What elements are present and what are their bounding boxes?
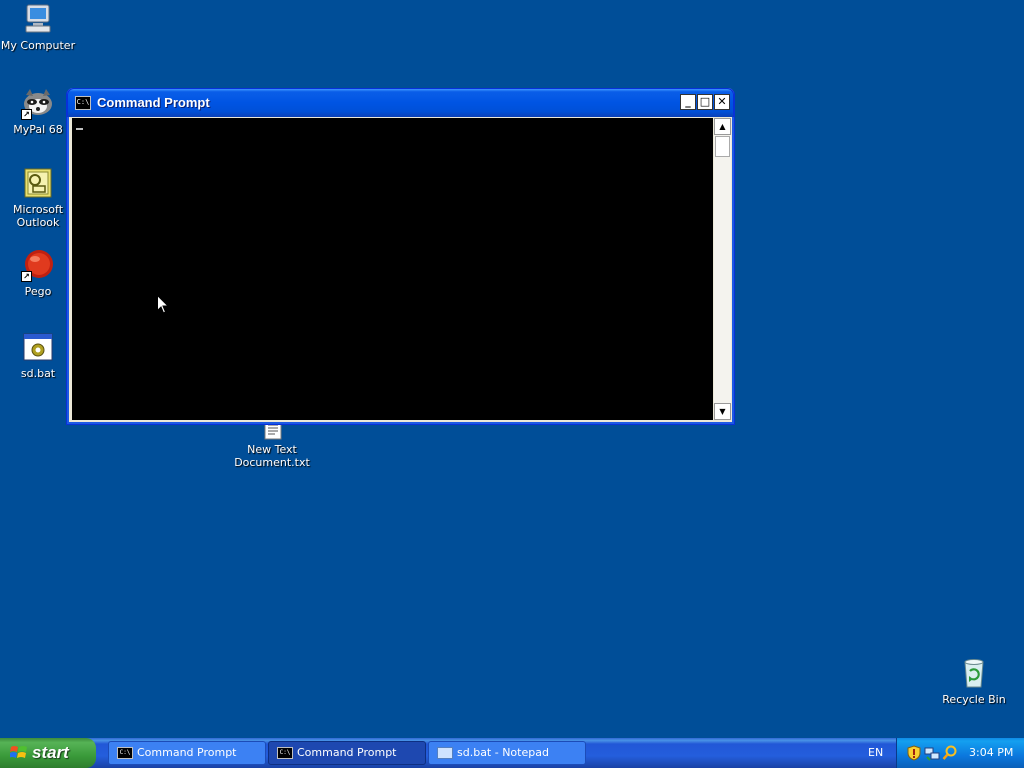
mouse-pointer-icon [157,295,169,314]
console-frame: ▲ ▼ [71,117,732,421]
shortcut-arrow-icon: ↗ [21,109,32,120]
desktop-icon-my-computer[interactable]: My Computer [0,2,76,52]
cmd-icon: C:\ [117,747,133,759]
desktop-icon-label: New Text Document.txt [234,443,310,469]
scroll-thumb[interactable] [715,136,730,157]
desktop-icon-label: My Computer [0,39,76,52]
network-icon[interactable] [924,745,940,761]
taskbar-item-command-prompt-2[interactable]: C:\ Command Prompt [268,741,426,765]
desktop-icon-pego[interactable]: ↗ Pego [0,248,76,298]
windows-logo-icon [10,746,27,758]
notepad-icon [437,747,453,759]
taskbar-item-command-prompt-1[interactable]: C:\ Command Prompt [108,741,266,765]
pego-icon: ↗ [21,248,55,282]
window-title: Command Prompt [97,95,210,110]
desktop-icon-label: Microsoft Outlook [12,203,64,229]
system-tray: 3:04 PM [896,738,1024,768]
shortcut-arrow-icon: ↗ [21,271,32,282]
start-label: start [32,743,69,762]
desktop-icon-new-text-document[interactable]: New Text Document.txt [234,418,310,469]
desktop-icon-label: MyPal 68 [13,123,63,136]
text-cursor [76,128,83,130]
cmd-icon: C:\ [75,96,91,110]
taskbar-item-notepad[interactable]: sd.bat - Notepad [428,741,586,765]
minimize-button[interactable]: _ [680,94,696,110]
mypal-browser-icon: ↗ [21,86,55,120]
scroll-down-button[interactable]: ▼ [714,403,731,420]
system-clock[interactable]: 3:04 PM [969,746,1013,759]
security-shield-icon[interactable] [906,745,922,761]
command-prompt-window[interactable]: C:\ Command Prompt _ □ ✕ ▲ ▼ [66,88,735,425]
close-button[interactable]: ✕ [714,94,730,110]
console-output-area[interactable] [72,118,713,420]
desktop-icon-label: Recycle Bin [942,693,1006,706]
batch-file-icon [21,330,55,364]
recycle-bin-icon [957,656,991,690]
cmd-icon: C:\ [277,747,293,759]
desktop-icon-outlook[interactable]: Microsoft Outlook [0,166,76,229]
my-computer-icon [21,2,55,36]
window-titlebar[interactable]: C:\ Command Prompt _ □ ✕ [67,88,734,117]
maximize-button[interactable]: □ [697,94,713,110]
desktop-icon-label: sd.bat [20,367,56,380]
scroll-up-button[interactable]: ▲ [714,118,731,135]
search-icon[interactable] [942,745,958,761]
outlook-icon [21,166,55,200]
start-button[interactable]: start [0,738,96,768]
desktop-icon-label: Pego [24,285,52,298]
taskbar: start C:\ Command Prompt C:\ Command Pro… [0,738,1024,768]
vertical-scrollbar[interactable]: ▲ ▼ [714,118,731,420]
desktop-icon-sd-bat[interactable]: sd.bat [0,330,76,380]
taskbar-item-label: Command Prompt [297,746,397,759]
taskbar-item-label: Command Prompt [137,746,237,759]
desktop-icon-mypal[interactable]: ↗ MyPal 68 [0,86,76,136]
taskbar-item-label: sd.bat - Notepad [457,746,549,759]
desktop-icon-recycle-bin[interactable]: Recycle Bin [936,656,1012,706]
language-indicator[interactable]: EN [868,746,883,759]
